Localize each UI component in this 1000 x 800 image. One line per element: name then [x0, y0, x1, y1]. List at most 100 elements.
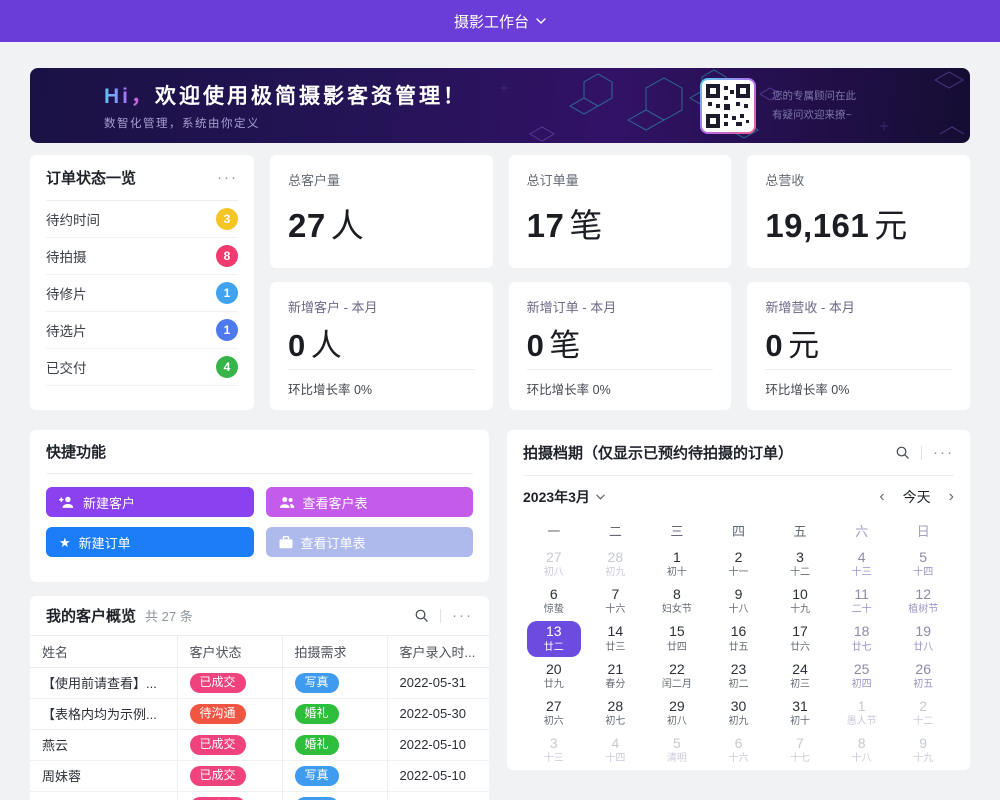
calendar-day[interactable]: 3十二 [769, 546, 831, 583]
calendar-day[interactable]: 27初八 [523, 546, 585, 583]
calendar-day[interactable]: 2十一 [708, 546, 770, 583]
calendar-day[interactable]: 8十八 [831, 732, 893, 769]
calendar-day[interactable]: 16廿五 [708, 620, 770, 657]
calendar-day[interactable]: 5清明 [646, 732, 708, 769]
table-row[interactable]: 【使用前请查看】...已成交写真2022-05-31 [30, 667, 489, 698]
calendar-day[interactable]: 25初四 [831, 658, 893, 695]
calendar-day[interactable]: 4十四 [585, 732, 647, 769]
day-lunar: 初十 [777, 715, 823, 728]
day-number: 18 [839, 622, 885, 640]
stats-grid: 订单状态一览 ··· 待约时间3待拍摄8待修片1待选片1已交付4 总客户量 27… [30, 155, 970, 410]
stat-value: 0人 [288, 320, 475, 365]
calendar-day[interactable]: 5十四 [892, 546, 954, 583]
calendar-day[interactable]: 15廿四 [646, 620, 708, 657]
search-icon[interactable] [895, 445, 910, 460]
quick-action-new-customer[interactable]: 新建客户 [46, 487, 254, 517]
calendar-day[interactable]: 1初十 [646, 546, 708, 583]
day-number: 3 [777, 548, 823, 566]
more-actions-icon[interactable]: ··· [933, 445, 954, 460]
calendar-day[interactable]: 17廿六 [769, 620, 831, 657]
order-status-item[interactable]: 待选片 1 [46, 312, 238, 349]
order-status-item[interactable]: 待拍摄8 [46, 238, 238, 275]
calendar-day[interactable]: 18廿七 [831, 620, 893, 657]
calendar-day[interactable]: 28初九 [585, 546, 647, 583]
app-switcher[interactable]: 摄影工作台 [454, 11, 546, 32]
calendar-day[interactable]: 31初十 [769, 695, 831, 732]
table-row[interactable]: 已成交写真 [30, 791, 489, 800]
quick-action-label: 新建客户 [83, 493, 135, 512]
customer-status-cell: 已成交 [177, 729, 282, 760]
today-button[interactable]: 今天 [903, 487, 931, 507]
day-number: 28 [592, 548, 638, 566]
calendar-day[interactable]: 20廿九 [523, 658, 585, 695]
status-label: 待选片 [46, 320, 87, 340]
calendar-day[interactable]: 21春分 [585, 658, 647, 695]
day-lunar: 廿六 [777, 641, 823, 654]
calendar-day[interactable]: 29初八 [646, 695, 708, 732]
order-status-item[interactable]: 待约时间3 [46, 201, 238, 238]
stat-label: 总客户量 [288, 170, 475, 189]
stat-value: 27人 [288, 199, 475, 247]
status-badge: 待沟通 [190, 704, 246, 724]
app-title: 摄影工作台 [454, 11, 529, 32]
table-row[interactable]: 【表格内均为示例...待沟通婚礼2022-05-30 [30, 698, 489, 729]
order-status-item[interactable]: 待修片1 [46, 275, 238, 312]
order-status-panel: 订单状态一览 ··· 待约时间3待拍摄8待修片1待选片1已交付4 [30, 155, 254, 410]
calendar-day[interactable]: 3十三 [523, 732, 585, 769]
quick-action-label: 查看订单表 [301, 533, 366, 552]
calendar-day[interactable]: 23初二 [708, 658, 770, 695]
qr-caption-line2: 有疑问欢迎来撩~ [772, 106, 856, 125]
calendar-day[interactable]: 1愚人节 [831, 695, 893, 732]
calendar-day[interactable]: 24初三 [769, 658, 831, 695]
calendar-day[interactable]: 11二十 [831, 583, 893, 620]
calendar-day[interactable]: 8妇女节 [646, 583, 708, 620]
calendar-day[interactable]: 10十九 [769, 583, 831, 620]
quick-action-view-orders[interactable]: 查看订单表 [266, 527, 474, 557]
calendar-day[interactable]: 13廿二 [523, 620, 585, 657]
calendar-day[interactable]: 7十六 [585, 583, 647, 620]
day-lunar: 廿八 [900, 641, 946, 654]
calendar-day[interactable]: 19廿八 [892, 620, 954, 657]
day-number: 4 [592, 734, 638, 752]
calendar-day[interactable]: 6惊蛰 [523, 583, 585, 620]
table-row[interactable]: 燕云已成交婚礼2022-05-10 [30, 729, 489, 760]
calendar-day[interactable]: 4十三 [831, 546, 893, 583]
day-lunar: 愚人节 [839, 715, 885, 728]
column-header: 姓名 [30, 636, 177, 667]
weekday-header: 六 [831, 518, 893, 546]
calendar-day[interactable]: 12植树节 [892, 583, 954, 620]
calendar-day[interactable]: 30初九 [708, 695, 770, 732]
calendar-day[interactable]: 7十七 [769, 732, 831, 769]
search-icon[interactable] [414, 608, 429, 623]
calendar-day[interactable]: 9十八 [708, 583, 770, 620]
calendar-day[interactable]: 9十九 [892, 732, 954, 769]
calendar-day[interactable]: 26初五 [892, 658, 954, 695]
day-number: 11 [839, 585, 885, 603]
calendar-day[interactable]: 28初七 [585, 695, 647, 732]
day-number: 5 [654, 734, 700, 752]
calendar-day[interactable]: 6十六 [708, 732, 770, 769]
more-actions-icon[interactable]: ··· [452, 608, 473, 623]
column-header: 拍摄需求 [282, 636, 387, 667]
banner-text: Hi，欢迎使用极简摄影客资管理！ 数智化管理，系统由你定义 [104, 80, 467, 131]
status-label: 待修片 [46, 283, 87, 303]
quick-action-new-order[interactable]: ★新建订单 [46, 527, 254, 557]
need-badge: 写真 [295, 797, 339, 800]
day-number: 8 [654, 585, 700, 603]
calendar-day[interactable]: 22闰二月 [646, 658, 708, 695]
weekday-header: 三 [646, 518, 708, 546]
calendar-day[interactable]: 27初六 [523, 695, 585, 732]
month-selector[interactable]: 2023年3月 [523, 487, 605, 507]
quick-action-view-customers[interactable]: 查看客户表 [266, 487, 474, 517]
table-row[interactable]: 周妹蓉已成交写真2022-05-10 [30, 760, 489, 791]
day-number: 1 [839, 697, 885, 715]
calendar-day[interactable]: 14廿三 [585, 620, 647, 657]
day-number: 31 [777, 697, 823, 715]
status-count-badge: 1 [216, 319, 238, 341]
prev-month-button[interactable]: ‹ [879, 489, 884, 505]
order-status-item[interactable]: 已交付4 [46, 349, 238, 386]
status-badge: 已成交 [190, 766, 246, 786]
more-actions-icon[interactable]: ··· [217, 170, 238, 185]
next-month-button[interactable]: › [949, 489, 954, 505]
calendar-day[interactable]: 2十二 [892, 695, 954, 732]
